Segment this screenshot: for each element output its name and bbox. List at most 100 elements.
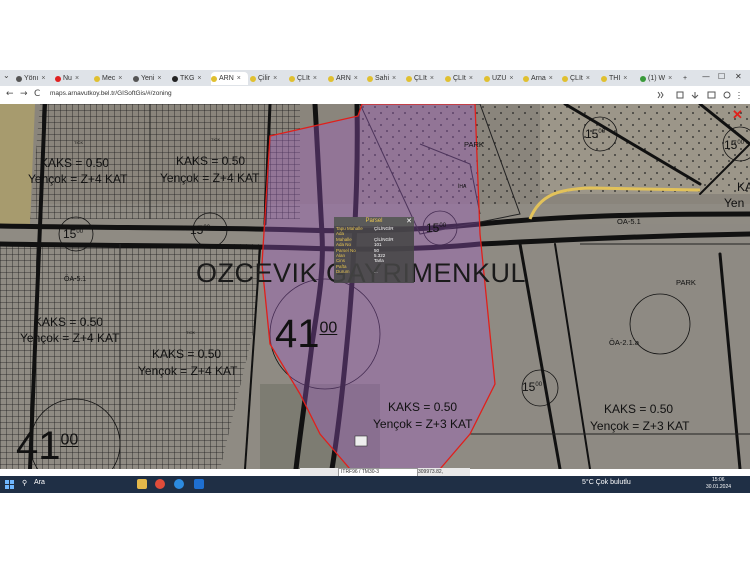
- tab-close-icon[interactable]: ×: [354, 75, 358, 82]
- tab-close-icon[interactable]: ×: [392, 75, 396, 82]
- browser-tab[interactable]: ARN ×: [211, 72, 248, 85]
- tab-favicon-icon: [250, 75, 256, 82]
- edge-icon[interactable]: [174, 479, 184, 489]
- clock-date[interactable]: 30.01.2024: [706, 484, 731, 490]
- browser-tab[interactable]: Arna ×: [523, 72, 560, 85]
- file-explorer-icon[interactable]: [137, 479, 147, 489]
- tab-label: ÇLIt: [414, 75, 427, 82]
- back-icon[interactable]: ←: [6, 89, 14, 99]
- tab-favicon-icon: [289, 75, 295, 82]
- tick-label: TİCK: [211, 137, 221, 142]
- browser-tab-bar: ⌄ Yönı × Nu × Mec × Yeni × TKG × ARN × Çilir × ÇLIt × AR…: [0, 70, 750, 86]
- tab-close-icon[interactable]: ×: [118, 75, 122, 82]
- browser-tab[interactable]: Yeni ×: [133, 72, 170, 85]
- iha-label: İHA: [458, 184, 467, 190]
- kaks-label: KAKS = 0.50: [152, 347, 222, 361]
- kaks-label: KAKS = 0.50: [176, 154, 246, 168]
- tab-label: TKG: [180, 75, 195, 82]
- tab-label: ÇLIt: [453, 75, 466, 82]
- popup-row-label: Durum: [336, 269, 350, 275]
- tab-close-icon[interactable]: ×: [313, 75, 317, 82]
- outlook-icon[interactable]: [194, 479, 204, 489]
- tab-favicon-icon: [523, 75, 529, 82]
- tab-favicon-icon: [172, 75, 178, 82]
- browser-tab[interactable]: Nu ×: [55, 72, 92, 85]
- tab-favicon-icon: [133, 75, 139, 82]
- extensions-icon: [676, 91, 684, 99]
- tab-close-icon[interactable]: ×: [41, 75, 45, 82]
- popup-close-icon[interactable]: ✕: [406, 217, 412, 226]
- browser-tab[interactable]: ÇLIt ×: [289, 72, 326, 85]
- tab-close-icon[interactable]: ×: [237, 75, 241, 82]
- browser-tab[interactable]: ÇLIt ×: [406, 72, 443, 85]
- tab-close-icon[interactable]: ×: [157, 75, 161, 82]
- browser-tab[interactable]: (1) W ×: [640, 72, 677, 85]
- browser-tab[interactable]: Sahi ×: [367, 72, 404, 85]
- new-tab-label: +: [683, 75, 688, 82]
- search-icon[interactable]: ⚲: [22, 479, 27, 487]
- browser-tab[interactable]: THI ×: [601, 72, 638, 85]
- minimize-button[interactable]: —: [702, 72, 710, 81]
- kaks-label: KA: [737, 180, 750, 194]
- browser-tab[interactable]: ÇLIt ×: [562, 72, 599, 85]
- parcel-info-popup: Parsel ✕ Tapu Mahalle ÇİLİNGİR Ada Mahalle Ç…: [334, 217, 414, 283]
- yencok-label: Yençok = Z+4 KAT: [160, 171, 260, 185]
- tab-close-icon[interactable]: ×: [549, 75, 553, 82]
- tab-label: Arna: [531, 75, 546, 82]
- clock-time[interactable]: 15:06: [712, 477, 725, 483]
- browser-tab[interactable]: ARN ×: [328, 72, 365, 85]
- tab-close-icon[interactable]: ×: [623, 75, 627, 82]
- weather-widget[interactable]: 5°C Çok bulutlu: [582, 479, 631, 486]
- tab-close-icon[interactable]: ×: [586, 75, 590, 82]
- tab-close-icon[interactable]: ×: [75, 75, 79, 82]
- browser-tab[interactable]: UZU ×: [484, 72, 521, 85]
- url-field[interactable]: maps.arnavutkoy.bel.tr/GISoftGis/#/zonin…: [50, 90, 172, 97]
- popup-row-value: Tarla: [374, 258, 384, 264]
- browser-tab[interactable]: Çilir ×: [250, 72, 287, 85]
- browser-tab[interactable]: ÇLIt ×: [445, 72, 482, 85]
- height-label: 1500: [724, 138, 745, 152]
- reload-icon[interactable]: C: [34, 89, 40, 99]
- tab-list-icon[interactable]: ⌄: [3, 71, 10, 80]
- park-label: PARK: [676, 278, 696, 287]
- taskbar-search[interactable]: Ara: [34, 479, 45, 486]
- kaks-label: KAKS = 0.50: [40, 156, 110, 170]
- address-bar: ← → C maps.arnavutkoy.bel.tr/GISoftGis/#…: [0, 86, 750, 105]
- windows-start-icon[interactable]: [5, 480, 14, 489]
- tab-close-icon[interactable]: ×: [273, 75, 277, 82]
- kaks-label: KAKS = 0.50: [388, 400, 458, 414]
- yencok-label: Yen: [724, 196, 745, 210]
- tab-close-icon[interactable]: ×: [430, 75, 434, 82]
- window-close-button[interactable]: ✕: [735, 72, 742, 81]
- tab-close-icon[interactable]: ×: [469, 75, 473, 82]
- tab-favicon-icon: [484, 75, 490, 82]
- taskbar: ⚲ Ara 5°C Çok bulutlu 15:06 30.01.2024: [0, 476, 750, 493]
- tab-favicon-icon: [445, 75, 451, 82]
- zoning-map[interactable]: KAKS = 0.50 Yençok = Z+4 KAT KAKS = 0.50…: [0, 104, 750, 469]
- browser-tab[interactable]: TKG ×: [172, 72, 209, 85]
- tab-label: ARN: [219, 75, 234, 82]
- park-label: PARK: [464, 140, 484, 149]
- chrome-icon[interactable]: [155, 479, 165, 489]
- height-label: 1500: [522, 380, 543, 394]
- tab-close-icon[interactable]: ×: [509, 75, 513, 82]
- kaks-label: KAKS = 0.50: [34, 315, 104, 329]
- tab-label: Nu: [63, 75, 72, 82]
- height-label: 1500: [426, 221, 447, 235]
- browser-tab[interactable]: Mec ×: [94, 72, 131, 85]
- map-close-icon[interactable]: ✕: [732, 107, 743, 123]
- forward-icon[interactable]: →: [20, 89, 28, 99]
- tab-close-icon[interactable]: ×: [197, 75, 201, 82]
- maximize-button[interactable]: ☐: [718, 72, 725, 81]
- tab-favicon-icon: [562, 75, 568, 82]
- kaks-label: KAKS = 0.50: [604, 402, 674, 416]
- new-tab-button[interactable]: +: [683, 72, 687, 85]
- tab-favicon-icon: [211, 75, 217, 82]
- browser-tab[interactable]: Yönı ×: [16, 72, 53, 85]
- popup-row-value: ...: [374, 269, 378, 275]
- tick-label: TİCK: [74, 140, 84, 145]
- tab-label: Yönı: [24, 75, 39, 82]
- tab-close-icon[interactable]: ×: [668, 75, 672, 82]
- height-label: 1500: [190, 223, 211, 237]
- plan-number-label: 4100: [16, 424, 79, 468]
